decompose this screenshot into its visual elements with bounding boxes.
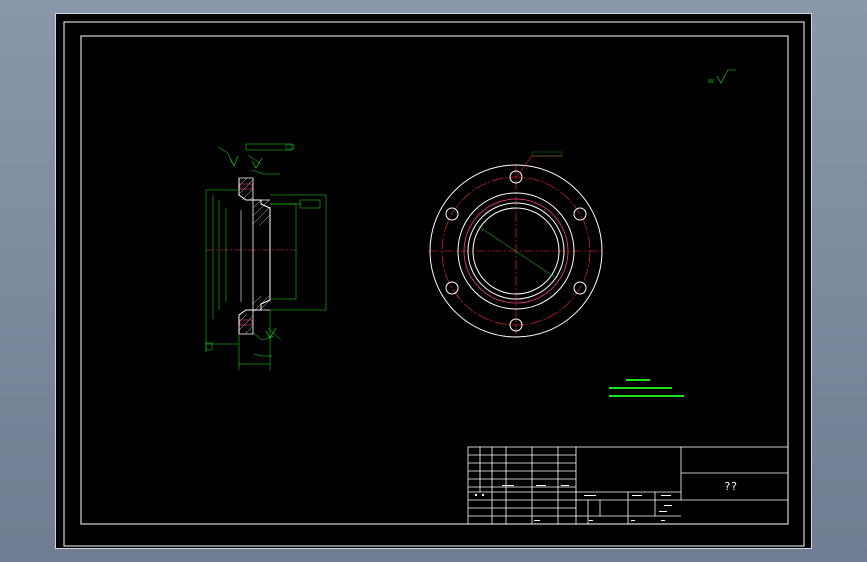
- section-dimensions: [205, 143, 327, 370]
- title-block: [467, 446, 789, 525]
- sheet-inner-border: [80, 35, 789, 525]
- section-view: [205, 143, 327, 370]
- bolt-hole-callout-box: [531, 151, 563, 157]
- sheet-outer-border: [63, 21, 805, 547]
- drawing-viewport[interactable]: ??: [55, 13, 812, 549]
- technical-requirements: [609, 379, 684, 397]
- bolt-hole-5: [445, 281, 459, 295]
- drawing-name-cell: ??: [724, 480, 738, 493]
- bore-diameter-leader: [477, 225, 557, 279]
- bolt-hole-bottom: [239, 319, 253, 326]
- cad-drawing-canvas: [63, 21, 805, 547]
- front-view: [428, 151, 604, 340]
- bolt-hole-top: [239, 183, 253, 190]
- section-hatching: [238, 177, 271, 335]
- title-block-marks: [475, 485, 672, 521]
- section-dim-text: [285, 144, 295, 150]
- general-roughness-symbol: [708, 69, 736, 84]
